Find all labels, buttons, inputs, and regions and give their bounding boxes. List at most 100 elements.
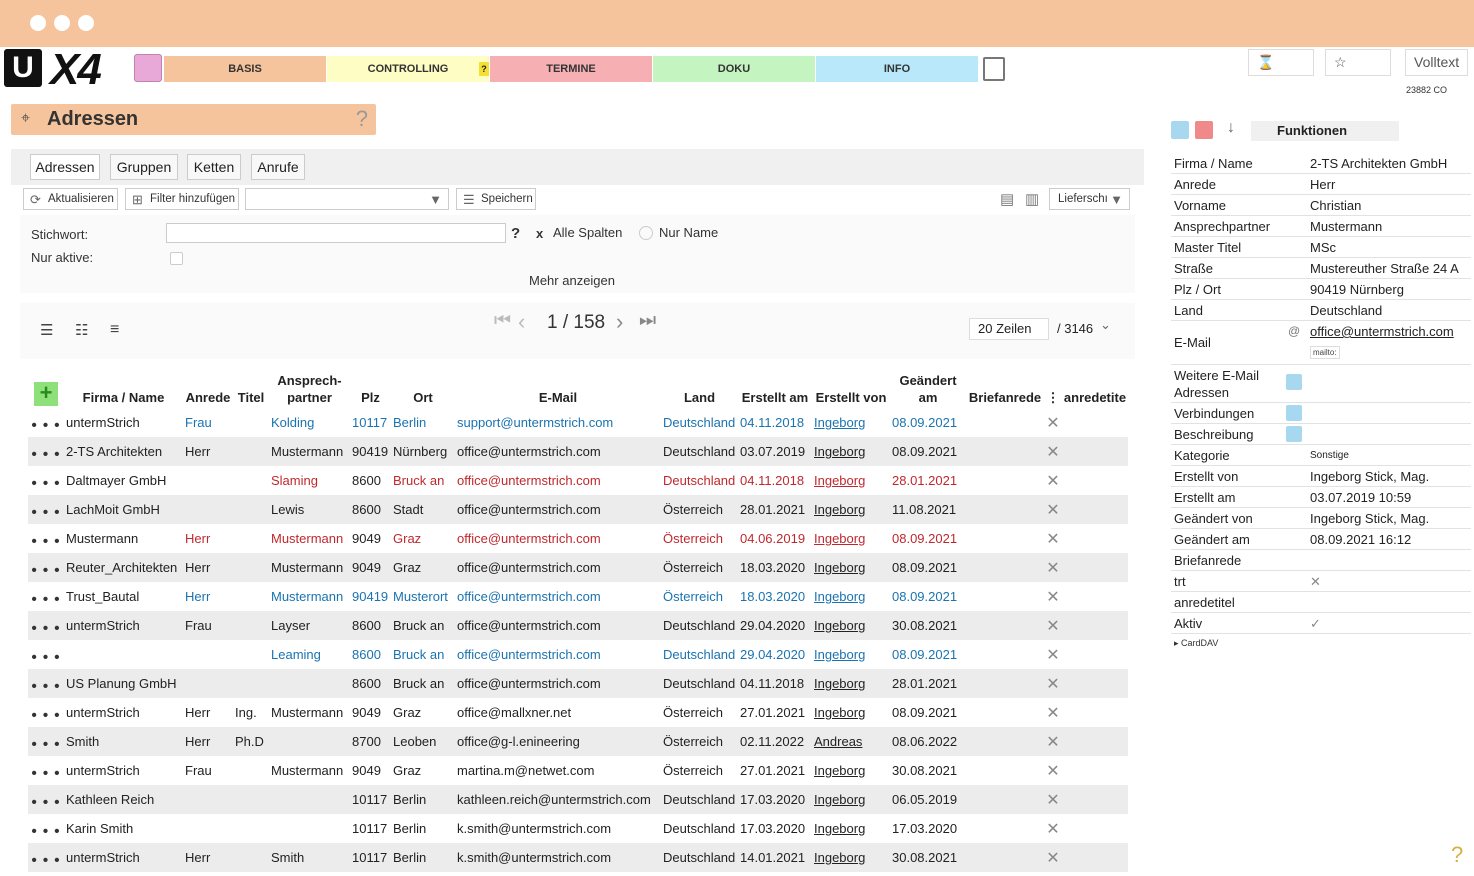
close-icon[interactable]: ✕: [1044, 727, 1062, 756]
tab-gruppen[interactable]: Gruppen: [110, 154, 178, 180]
table-row[interactable]: • • • LachMoit GmbH Lewis 8600 Stadt office@u…: [28, 495, 1128, 524]
close-icon[interactable]: ✕: [1044, 437, 1062, 466]
column-header[interactable]: Titel: [233, 364, 269, 408]
export-icon[interactable]: ▤: [1000, 190, 1014, 208]
row-menu-icon[interactable]: • • •: [28, 669, 64, 698]
link-edit-icon[interactable]: [1286, 374, 1302, 390]
link-edit-icon[interactable]: [1286, 405, 1302, 421]
table-row[interactable]: • • • US Planung GmbH 8600 Bruck an office@u…: [28, 669, 1128, 698]
table-row[interactable]: • • • Karin Smith 10117 Berlin k.smith@unter…: [28, 814, 1128, 843]
help-icon[interactable]: ?: [1451, 842, 1463, 868]
close-icon[interactable]: ✕: [1044, 553, 1062, 582]
close-icon[interactable]: ✕: [1044, 640, 1062, 669]
carddav-toggle[interactable]: ▸ CardDAV: [1171, 634, 1471, 653]
nav-tab-termine[interactable]: TERMINE: [490, 56, 652, 82]
row-menu-icon[interactable]: • • •: [28, 727, 64, 756]
save-button[interactable]: ☰ Speichern: [456, 188, 536, 210]
home-icon[interactable]: [134, 54, 162, 82]
table-row[interactable]: • • • Mustermann Herr Mustermann 9049 Graz off…: [28, 524, 1128, 553]
row-menu-icon[interactable]: • • •: [28, 553, 64, 582]
column-header[interactable]: Plz: [350, 364, 391, 408]
close-icon[interactable]: ✕: [1044, 756, 1062, 785]
close-dot[interactable]: [30, 15, 46, 31]
table-row[interactable]: • • • untermStrich Herr Smith 10117 Berlin k.s…: [28, 843, 1128, 872]
next-page-icon[interactable]: ›: [616, 309, 623, 335]
row-menu-icon[interactable]: • • •: [28, 785, 64, 814]
nav-tab-controlling[interactable]: CONTROLLING: [327, 56, 489, 82]
logout-icon[interactable]: [983, 57, 1005, 81]
rows-select[interactable]: 20 Zeilen: [969, 318, 1049, 340]
add-filter-button[interactable]: ⊞ Filter hinzufügen: [125, 188, 239, 210]
row-menu-icon[interactable]: • • •: [28, 698, 64, 727]
column-header[interactable]: ⋮: [1044, 364, 1062, 408]
table-row[interactable]: • • • Daltmayer GmbH Slaming 8600 Bruck an of…: [28, 466, 1128, 495]
first-page-icon[interactable]: ⏮: [494, 310, 511, 332]
volltext-button[interactable]: Volltext: [1405, 49, 1468, 76]
all-columns-radio[interactable]: x: [536, 226, 543, 241]
row-menu-icon[interactable]: • • •: [28, 640, 64, 669]
timer-box[interactable]: ⌛: [1248, 49, 1314, 76]
nav-tab-info[interactable]: INFO: [816, 56, 978, 82]
table-row[interactable]: • • • untermStrich Frau Mustermann 9049 Graz m…: [28, 756, 1128, 785]
row-menu-icon[interactable]: • • •: [28, 756, 64, 785]
table-row[interactable]: • • • untermStrich Frau Layser 8600 Bruck an o…: [28, 611, 1128, 640]
close-icon[interactable]: ✕: [1044, 785, 1062, 814]
table-row[interactable]: • • • Kathleen Reich 10117 Berlin kathleen.r…: [28, 785, 1128, 814]
row-menu-icon[interactable]: • • •: [28, 814, 64, 843]
close-icon[interactable]: ✕: [1044, 495, 1062, 524]
maximize-dot[interactable]: [78, 15, 94, 31]
table-row[interactable]: • • • untermStrich Frau Kolding 10117 Berlin s…: [28, 408, 1128, 437]
column-header[interactable]: Land: [661, 364, 738, 408]
column-header[interactable]: Anrede: [183, 364, 233, 408]
functions-button[interactable]: Funktionen: [1251, 121, 1399, 141]
close-icon[interactable]: ✕: [1044, 611, 1062, 640]
deselect-icon[interactable]: ☷: [75, 321, 88, 339]
close-icon[interactable]: ✕: [1044, 698, 1062, 727]
refresh-button[interactable]: ⟳ Aktualisieren: [23, 188, 118, 210]
tab-adressen[interactable]: Adressen: [30, 154, 100, 180]
more-link[interactable]: Mehr anzeigen: [529, 273, 615, 288]
help-icon[interactable]: ?: [356, 106, 368, 132]
lieferschein-select[interactable]: Lieferschı ▼: [1049, 188, 1130, 210]
arrow-down-icon[interactable]: ↓: [1227, 119, 1235, 137]
column-header[interactable]: Ort: [391, 364, 455, 408]
collapse-icon[interactable]: ⌄: [1100, 317, 1111, 333]
row-menu-icon[interactable]: • • •: [28, 408, 64, 437]
table-row[interactable]: • • • untermStrich Herr Ing. Mustermann 9049 G…: [28, 698, 1128, 727]
nav-tab-doku[interactable]: DOKU: [653, 56, 815, 82]
edit-icon[interactable]: [1171, 121, 1189, 139]
close-icon[interactable]: ✕: [1044, 814, 1062, 843]
only-name-radio[interactable]: [639, 226, 653, 240]
close-icon[interactable]: ✕: [1044, 843, 1062, 872]
column-header[interactable]: Erstellt am: [738, 364, 812, 408]
select-all-icon[interactable]: ☰: [40, 321, 53, 339]
row-menu-icon[interactable]: • • •: [28, 466, 64, 495]
column-header[interactable]: anredetite: [1062, 364, 1128, 408]
close-icon[interactable]: ✕: [1044, 466, 1062, 495]
table-row[interactable]: • • • Smith Herr Ph.D 8700 Leoben office@g-l.e…: [28, 727, 1128, 756]
link-edit-icon[interactable]: [1286, 426, 1302, 442]
add-icon[interactable]: +: [34, 382, 58, 406]
delete-icon[interactable]: [1195, 121, 1213, 139]
row-menu-icon[interactable]: • • •: [28, 843, 64, 872]
row-menu-icon[interactable]: • • •: [28, 611, 64, 640]
row-menu-icon[interactable]: • • •: [28, 582, 64, 611]
email-link[interactable]: office@untermstrich.com: [1310, 324, 1454, 339]
close-icon[interactable]: ✕: [1044, 582, 1062, 611]
column-header[interactable]: Ansprech-partner: [269, 364, 350, 408]
close-icon[interactable]: ✕: [1044, 408, 1062, 437]
pdf-icon[interactable]: ▥: [1025, 190, 1039, 208]
close-icon[interactable]: ✕: [1044, 669, 1062, 698]
prev-page-icon[interactable]: ‹: [518, 309, 525, 335]
last-page-icon[interactable]: ⏭: [639, 310, 656, 332]
column-header[interactable]: Erstellt von: [812, 364, 890, 408]
table-row[interactable]: • • • 2-TS Architekten Herr Mustermann 90419…: [28, 437, 1128, 466]
column-header[interactable]: E-Mail: [455, 364, 661, 408]
favorites-box[interactable]: ☆: [1325, 49, 1391, 76]
table-row[interactable]: • • • Reuter_Architekten Herr Mustermann 904…: [28, 553, 1128, 582]
active-checkbox[interactable]: [170, 252, 183, 265]
table-row[interactable]: • • • Leaming 8600 Bruck an office@untermstr…: [28, 640, 1128, 669]
nav-tab-basis[interactable]: BASIS: [164, 56, 326, 82]
minimize-dot[interactable]: [54, 15, 70, 31]
row-menu-icon[interactable]: • • •: [28, 495, 64, 524]
